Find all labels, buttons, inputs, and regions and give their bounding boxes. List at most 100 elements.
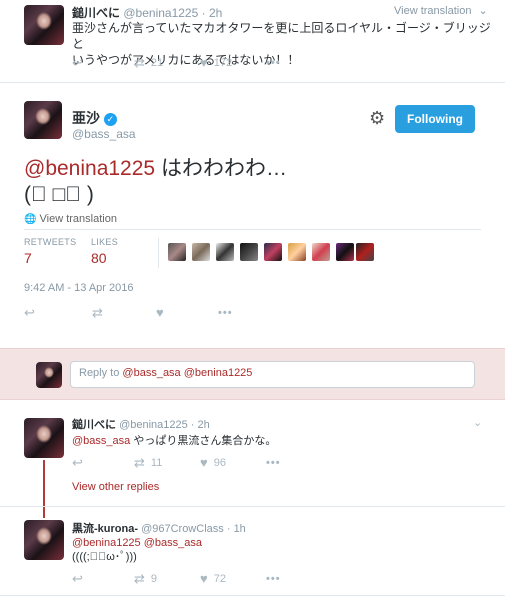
view-other-replies-link[interactable]: View other replies bbox=[72, 481, 159, 493]
retweet-button[interactable]: ⇄ 21 bbox=[134, 56, 200, 69]
divider bbox=[24, 229, 481, 230]
avatar[interactable] bbox=[192, 243, 210, 261]
avatar[interactable] bbox=[24, 5, 64, 45]
separator: · bbox=[226, 523, 231, 535]
stat-value: 80 bbox=[91, 250, 107, 266]
gear-icon[interactable]: ⚙ bbox=[369, 109, 385, 127]
divider bbox=[0, 82, 505, 83]
retweet-button[interactable]: ⇄ 9 bbox=[134, 572, 200, 585]
globe-icon: 🌐 bbox=[24, 214, 37, 225]
heart-icon: ♥ bbox=[200, 455, 208, 470]
divider bbox=[0, 595, 505, 596]
tweet-time[interactable]: 1h bbox=[234, 523, 246, 535]
mention-link[interactable]: @benina1225 bbox=[72, 537, 141, 549]
retweet-icon[interactable]: ⇄ bbox=[92, 306, 156, 319]
retweet-icon: ⇄ bbox=[134, 455, 145, 470]
separator: · bbox=[201, 6, 206, 20]
like-count: 96 bbox=[213, 456, 226, 469]
tweet-text-segment: やっぱり黒流さん集合かな。 bbox=[130, 435, 277, 447]
tweet-header: 鎚川べに @benina1225 · 2h bbox=[72, 416, 210, 432]
like-button[interactable]: ♥ 172 bbox=[200, 56, 266, 69]
view-translation-label: View translation bbox=[39, 213, 117, 225]
divider bbox=[0, 506, 505, 507]
avatar[interactable] bbox=[168, 243, 186, 261]
author-name: 亜沙 bbox=[72, 110, 100, 126]
retweet-button[interactable]: ⇄ 11 bbox=[134, 456, 200, 469]
mention-link[interactable]: @bass_asa bbox=[144, 537, 202, 549]
tweet-header: 鎚川べに @benina1225 · 2h bbox=[72, 4, 222, 21]
tweet-text-segment: はわわわわ… bbox=[160, 157, 287, 180]
avatar[interactable] bbox=[24, 520, 64, 560]
chevron-down-icon[interactable]: ⌄ bbox=[473, 416, 482, 429]
avatar bbox=[36, 362, 62, 388]
avatar[interactable] bbox=[216, 243, 234, 261]
avatar[interactable] bbox=[240, 243, 258, 261]
heart-icon: ♥ bbox=[200, 55, 208, 70]
more-dots-icon[interactable]: ••• bbox=[266, 573, 281, 585]
reply-arrow-icon[interactable]: ↩ bbox=[72, 56, 134, 69]
thread-line bbox=[43, 460, 45, 518]
author-handle[interactable]: @967CrowClass bbox=[141, 523, 224, 535]
like-button[interactable]: ♥ 72 bbox=[200, 572, 266, 585]
tweet-actions: ↩ ⇄ 11 ♥ 96 ••• bbox=[72, 456, 281, 469]
like-button[interactable]: ♥ 96 bbox=[200, 456, 266, 469]
view-translation-label: View translation bbox=[394, 5, 472, 17]
reply-arrow-icon[interactable]: ↩ bbox=[72, 456, 134, 469]
tweet-text-line: ((((;ﾟ･ω･ﾟ))) bbox=[72, 551, 137, 563]
tweet-header: 黒流-kurona- @967CrowClass · 1h bbox=[72, 520, 246, 536]
following-button[interactable]: Following bbox=[395, 105, 475, 133]
reply-arrow-icon[interactable]: ↩ bbox=[72, 572, 134, 585]
retweet-icon: ⇄ bbox=[134, 55, 145, 70]
verified-badge-icon: ✓ bbox=[103, 113, 117, 126]
avatar[interactable] bbox=[336, 243, 354, 261]
avatar[interactable] bbox=[288, 243, 306, 261]
retweet-count: 9 bbox=[150, 572, 158, 585]
reply-input[interactable]: Reply to @bass_asa @benina1225 bbox=[70, 361, 475, 388]
mention-link[interactable]: @bass_asa bbox=[72, 435, 130, 447]
tweet-timestamp[interactable]: 9:42 AM - 13 Apr 2016 bbox=[24, 282, 133, 294]
reply-arrow-icon[interactable]: ↩ bbox=[24, 306, 92, 319]
stat-label: LIKES bbox=[91, 237, 119, 247]
mention-link: @benina1225 bbox=[183, 367, 253, 379]
avatar[interactable] bbox=[24, 418, 64, 458]
tweet-actions: ↩ ⇄ ♥ ••• bbox=[24, 306, 233, 319]
tweet-text-line: 亜沙さんが言っていたマカオタワーを更に上回るロイヤル・ゴージ・ブリッジと bbox=[72, 21, 491, 51]
mention-link[interactable]: @benina1225 bbox=[24, 157, 155, 180]
separator: · bbox=[190, 419, 195, 431]
stat-label: RETWEETS bbox=[24, 237, 77, 247]
view-translation-link[interactable]: 🌐 View translation bbox=[24, 213, 117, 225]
tweet-text: @benina1225 @bass_asa ((((;ﾟ･ω･ﾟ))) bbox=[72, 536, 202, 564]
author-name[interactable]: 鎚川べに bbox=[72, 6, 120, 20]
main-author-name[interactable]: 亜沙 ✓ bbox=[72, 108, 117, 128]
heart-icon: ♥ bbox=[200, 571, 208, 586]
following-label: Following bbox=[407, 112, 463, 126]
author-handle[interactable]: @benina1225 bbox=[123, 6, 198, 20]
avatar[interactable] bbox=[312, 243, 330, 261]
tweet-text-line: @benina1225 @bass_asa bbox=[72, 536, 202, 550]
view-translation-link[interactable]: View translation ⌄ bbox=[394, 4, 488, 17]
tweet-time[interactable]: 2h bbox=[198, 419, 210, 431]
main-tweet-text: @benina1225 はわわわわ… (ﾟ □ﾟ ) bbox=[24, 156, 287, 208]
tweet-text-line: (ﾟ □ﾟ ) bbox=[24, 183, 94, 206]
more-dots-icon[interactable]: ••• bbox=[218, 307, 233, 319]
retweet-count: 11 bbox=[150, 456, 163, 469]
like-count: 72 bbox=[213, 572, 226, 585]
retweets-stat[interactable]: RETWEETS 7 bbox=[24, 237, 76, 266]
tweet-time[interactable]: 2h bbox=[209, 6, 222, 20]
author-handle[interactable]: @benina1225 bbox=[119, 419, 188, 431]
avatar[interactable] bbox=[264, 243, 282, 261]
heart-icon[interactable]: ♥ bbox=[156, 306, 218, 319]
avatar[interactable] bbox=[356, 243, 374, 261]
author-name[interactable]: 鎚川べに bbox=[72, 419, 116, 431]
reply-prefix: Reply to bbox=[79, 367, 123, 379]
more-dots-icon[interactable]: ••• bbox=[266, 457, 281, 469]
likes-stat[interactable]: LIKES 80 bbox=[91, 237, 118, 266]
author-handle[interactable]: @bass_asa bbox=[72, 127, 136, 141]
more-dots-icon[interactable]: ••• bbox=[266, 57, 281, 69]
mention-link: @bass_asa bbox=[122, 367, 181, 379]
tweet-text-line: @benina1225 はわわわわ… bbox=[24, 156, 287, 182]
retweet-count: 21 bbox=[150, 56, 164, 69]
author-name[interactable]: 黒流-kurona- bbox=[72, 523, 138, 535]
chevron-down-icon[interactable]: ⌄ bbox=[479, 5, 488, 17]
avatar[interactable] bbox=[24, 101, 62, 139]
